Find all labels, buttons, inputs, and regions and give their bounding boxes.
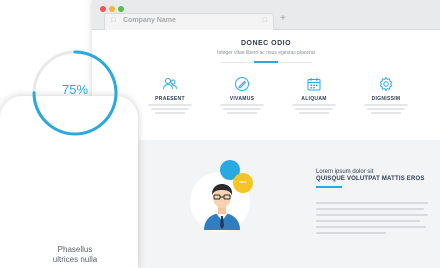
- feature-label: DIGNISSIM: [371, 96, 401, 102]
- story-text-line: [316, 226, 426, 228]
- users-icon: [163, 78, 177, 90]
- story-text-line: [316, 214, 428, 216]
- new-tab-button[interactable]: +: [280, 13, 286, 24]
- hero-title: DONEC ODIO: [240, 40, 292, 47]
- feature-label: PRAESENT: [155, 96, 185, 102]
- businessman-avatar-icon: [204, 184, 240, 230]
- story-text-line: [316, 208, 424, 210]
- gauge-label-line1: Phasellus: [57, 245, 93, 254]
- feature-text-line: [292, 104, 336, 106]
- gauge-label-line2: ultrices nulla: [52, 255, 98, 264]
- story-title: QUISQUE VOLUTPAT MATTIS EROS: [316, 176, 425, 182]
- browser-window: □ Company Name □ + DONEC ODIO Integer vi…: [92, 0, 440, 268]
- feature-text-line: [364, 104, 408, 106]
- story-text-line: [316, 220, 420, 222]
- pen-tool-icon: [235, 77, 249, 91]
- story-text-line: [316, 202, 428, 204]
- feature-vivamus[interactable]: VIVAMUS: [210, 76, 274, 114]
- calendar-icon: [307, 78, 321, 91]
- feature-text-line: [371, 112, 401, 114]
- tab-close-icon[interactable]: □: [263, 17, 267, 24]
- hero-divider-accent: [254, 61, 278, 63]
- feature-praesent[interactable]: PRAESENT: [138, 76, 202, 114]
- hero-subtitle: Integer vitae libero ac risus egestas pl…: [217, 50, 315, 56]
- feature-text-line: [151, 108, 189, 110]
- story-accent-line: [316, 186, 342, 188]
- feature-text-line: [148, 104, 192, 106]
- feature-text-line: [367, 108, 405, 110]
- gauge-value: 75%: [61, 82, 89, 97]
- feature-text-line: [295, 108, 333, 110]
- minimize-window-button[interactable]: [109, 6, 115, 12]
- feature-label: VIVAMUS: [229, 96, 255, 102]
- story-text-line: [316, 232, 386, 234]
- tab-page-icon: □: [111, 17, 116, 24]
- feature-text-line: [223, 108, 261, 110]
- feature-aliquam[interactable]: ALIQUAM: [282, 76, 346, 114]
- gear-icon: [379, 76, 393, 92]
- maximize-window-button[interactable]: [118, 6, 124, 12]
- feature-dignissim[interactable]: DIGNISSIM: [354, 76, 418, 114]
- feature-text-line: [155, 112, 185, 114]
- feature-text-line: [299, 112, 329, 114]
- story-kicker: Lorem ipsum dolor sit: [316, 169, 374, 175]
- feature-text-line: [227, 112, 257, 114]
- content-band: IDEA Lorem ipsum dolor sit QUISQUE VOLUT…: [138, 140, 440, 268]
- close-window-button[interactable]: [100, 6, 106, 12]
- feature-label: ALIQUAM: [301, 96, 327, 102]
- feature-text-line: [220, 104, 264, 106]
- browser-tab[interactable]: □ Company Name □: [104, 13, 274, 30]
- tab-title: Company Name: [123, 17, 176, 24]
- browser-toolbar: □ Company Name □ +: [92, 0, 440, 30]
- gauge-label: Phasellus ultrices nulla: [30, 245, 120, 265]
